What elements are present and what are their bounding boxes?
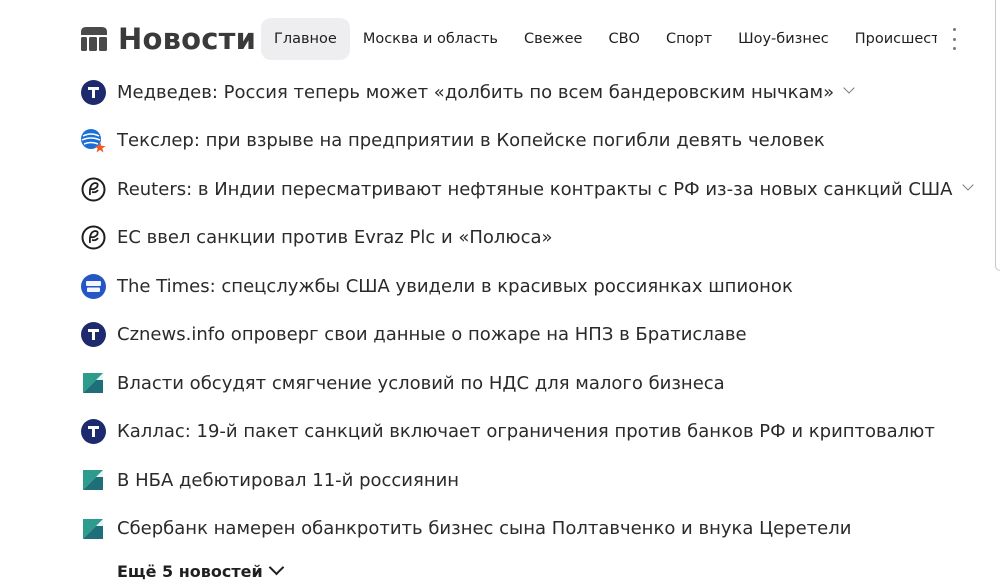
monogram-logo-icon (80, 225, 106, 251)
list-item[interactable]: The Times: спецслужбы США увидели в крас… (80, 262, 960, 311)
tab-incidents[interactable]: Происшествия (842, 18, 937, 60)
ura-ru-logo-icon (80, 273, 106, 299)
diagonal-logo-icon (80, 370, 106, 396)
list-item[interactable]: В НБА дебютировал 11-й россиянин (80, 456, 960, 505)
tab-moscow[interactable]: Москва и область (350, 18, 511, 60)
globe-star-logo-icon (80, 128, 106, 154)
news-list: Медведев: Россия теперь может «долбить п… (80, 68, 960, 553)
list-item[interactable]: Текслер: при взрыве на предприятии в Коп… (80, 117, 960, 166)
tab-main[interactable]: Главное (261, 18, 350, 60)
tab-sport[interactable]: Спорт (653, 18, 725, 60)
page-title: Новости (118, 22, 257, 56)
monogram-logo-icon (80, 176, 106, 202)
list-item[interactable]: Cznews.info опроверг свои данные о пожар… (80, 311, 960, 360)
scrollbar-edge (995, 0, 1000, 271)
headline[interactable]: Текслер: при взрыве на предприятии в Коп… (117, 130, 825, 151)
tab-svo[interactable]: СВО (595, 18, 653, 60)
tab-showbiz[interactable]: Шоу-бизнес (725, 18, 842, 60)
headline[interactable]: ЕС ввел санкции против Evraz Plc и «Полю… (117, 227, 553, 248)
headline[interactable]: В НБА дебютировал 11-й россиянин (117, 470, 459, 491)
show-more-button[interactable]: Ещё 5 новостей (117, 559, 285, 581)
list-item[interactable]: Медведев: Россия теперь может «долбить п… (80, 68, 960, 117)
headline[interactable]: Сбербанк намерен обанкротить бизнес сына… (117, 518, 851, 539)
tab-fresh[interactable]: Свежее (511, 18, 596, 60)
show-more-label: Ещё 5 новостей (117, 562, 263, 581)
headline[interactable]: Власти обсудят смягчение условий по НДС … (117, 373, 725, 394)
category-tabs: Главное Москва и область Свежее СВО Спорт Шоу… (261, 18, 937, 60)
chevron-down-icon[interactable] (844, 84, 854, 94)
list-item[interactable]: Власти обсудят смягчение условий по НДС … (80, 359, 960, 408)
list-item[interactable]: Каллас: 19-й пакет санкций включает огра… (80, 408, 960, 457)
list-item[interactable]: Reuters: в Индии пересматривают нефтяные… (80, 165, 960, 214)
headline[interactable]: Медведев: Россия теперь может «долбить п… (117, 82, 834, 103)
t-logo-icon (80, 419, 106, 445)
more-menu-icon[interactable] (944, 28, 964, 50)
headline[interactable]: The Times: спецслужбы США увидели в крас… (117, 276, 793, 297)
headline[interactable]: Reuters: в Индии пересматривают нефтяные… (117, 179, 953, 200)
chevron-down-icon (268, 559, 285, 576)
news-logo[interactable]: Новости (78, 22, 256, 56)
news-logo-icon (81, 27, 107, 51)
diagonal-logo-icon (80, 516, 106, 542)
t-logo-icon (80, 322, 106, 348)
headline[interactable]: Каллас: 19-й пакет санкций включает огра… (117, 421, 935, 442)
list-item[interactable]: ЕС ввел санкции против Evraz Plc и «Полю… (80, 214, 960, 263)
t-logo-icon (80, 79, 106, 105)
list-item[interactable]: Сбербанк намерен обанкротить бизнес сына… (80, 505, 960, 554)
headline[interactable]: Cznews.info опроверг свои данные о пожар… (117, 324, 747, 345)
diagonal-logo-icon (80, 467, 106, 493)
